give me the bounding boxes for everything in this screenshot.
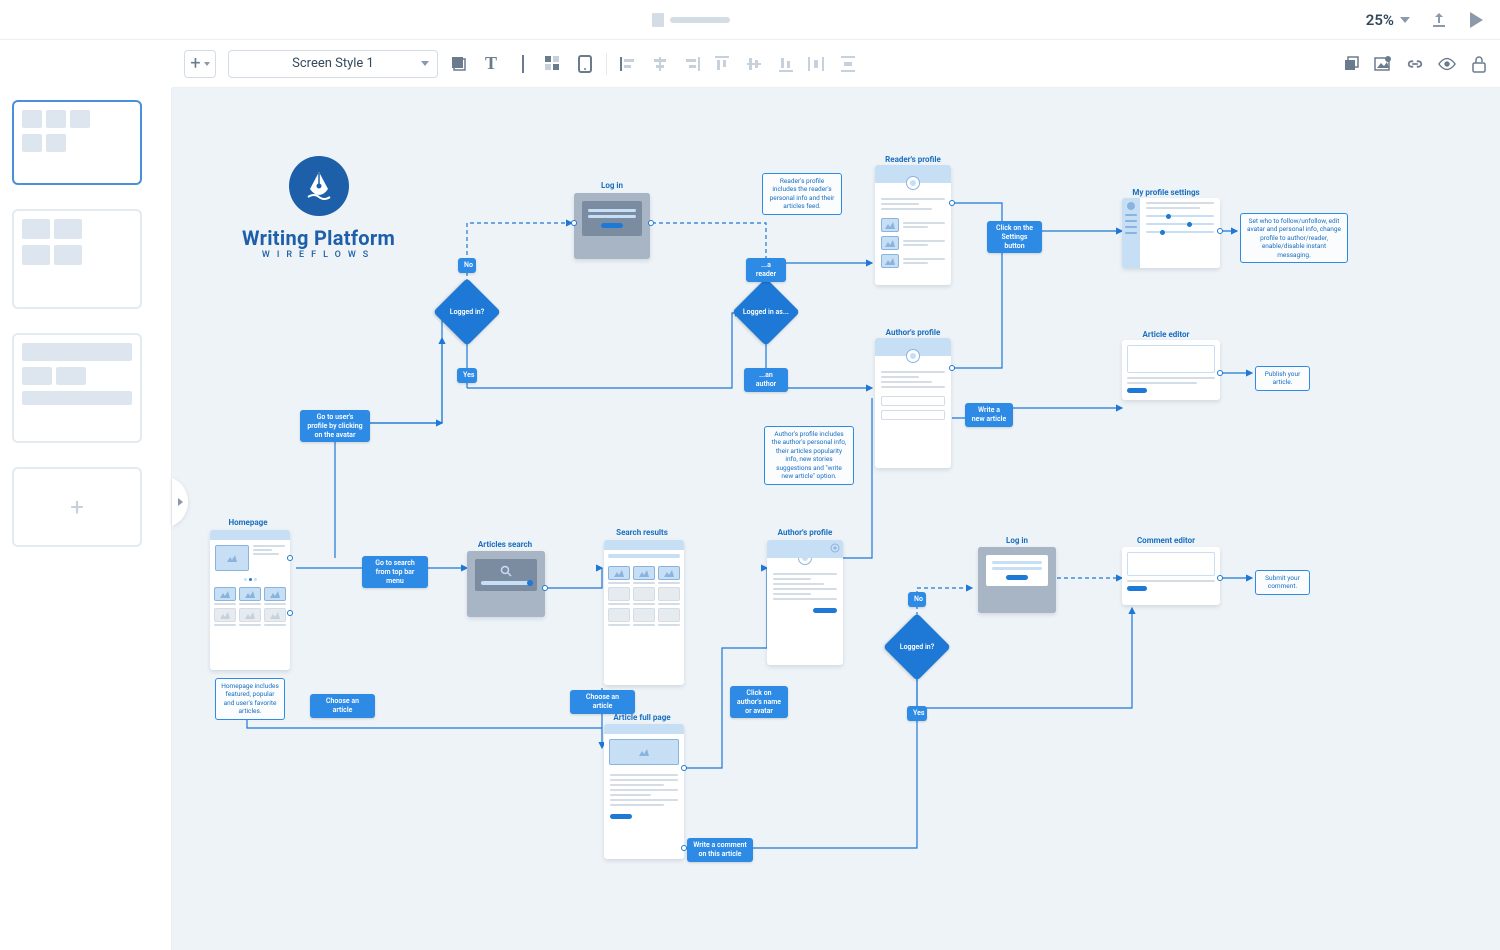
document-title[interactable] (16, 13, 1366, 27)
search-icon (500, 565, 512, 577)
page-thumbnails-sidebar: + (0, 88, 172, 950)
screen-profile-settings[interactable] (1122, 198, 1220, 268)
screen-title-authors-profile-2: Author's profile (778, 528, 833, 537)
add-page-button[interactable]: + (12, 467, 142, 547)
align-top-icon[interactable] (713, 55, 731, 73)
lock-icon[interactable] (1470, 55, 1488, 73)
screen-title-readers-profile: Reader's profile (885, 155, 941, 164)
distribute-h-icon[interactable] (807, 55, 825, 73)
pen-logo-icon (289, 156, 349, 216)
canvas[interactable]: Writing Platform WIREFLOWS Logged in? No… (172, 88, 1500, 950)
branch-label-yes-2: Yes (907, 706, 927, 721)
align-center-v-icon[interactable] (745, 55, 763, 73)
logo-subtitle: WIREFLOWS (242, 250, 395, 260)
screen-comment-editor[interactable] (1122, 547, 1220, 605)
screen-title-login: Log in (601, 181, 623, 190)
page-thumbnail[interactable] (12, 100, 142, 185)
action-choose-article-1: Choose an article (310, 694, 375, 718)
decision-logged-in-as[interactable]: Logged in as... (732, 278, 800, 346)
page-thumbnail[interactable] (12, 333, 142, 443)
screen-search-results[interactable] (604, 540, 684, 685)
toolbar: + Screen Style 1 T (172, 40, 1500, 88)
device-icon[interactable] (576, 55, 594, 73)
screen-authors-profile[interactable] (875, 338, 951, 468)
text-icon[interactable]: T (482, 55, 500, 73)
screen-login[interactable] (574, 193, 650, 259)
screen-homepage[interactable] (210, 530, 290, 670)
action-write-article: Write a new article (965, 403, 1013, 427)
decision-logged-in[interactable]: Logged in? (433, 278, 501, 346)
screen-title-comment-editor: Comment editor (1137, 536, 1195, 545)
screen-title-search-results: Search results (616, 528, 668, 537)
align-center-h-icon[interactable] (651, 55, 669, 73)
screen-title-profile-settings: My profile settings (1132, 188, 1199, 197)
action-write-comment: Write a comment on this article (687, 838, 753, 862)
branch-label-author: ...an author (744, 368, 788, 392)
note-publish: Publish your article. (1255, 366, 1310, 391)
branch-label-yes: Yes (457, 368, 477, 383)
screen-title-authors-profile: Author's profile (886, 328, 941, 337)
screen-title-article-full: Article full page (613, 713, 670, 722)
note-submit-comment: Submit your comment. (1255, 570, 1310, 595)
grid-icon[interactable] (544, 55, 562, 73)
align-bottom-icon[interactable] (777, 55, 795, 73)
screen-title-login-2: Log in (1006, 536, 1028, 545)
eye-icon[interactable] (1438, 55, 1456, 73)
align-left-icon[interactable] (619, 55, 637, 73)
screen-articles-search[interactable] (467, 551, 545, 617)
action-choose-article-2: Choose an article (570, 690, 635, 714)
distribute-v-icon[interactable] (839, 55, 857, 73)
sidebar-collapse-handle[interactable] (172, 478, 190, 526)
screen-title-homepage: Homepage (228, 518, 267, 527)
decision-logged-in-2[interactable]: Logged in? (883, 613, 951, 681)
screen-login-2[interactable] (978, 547, 1056, 613)
screen-article-editor[interactable] (1122, 340, 1220, 400)
page-thumbnail[interactable] (12, 209, 142, 309)
branch-label-no-2: No (908, 592, 926, 607)
branch-label-reader: ...a reader (746, 258, 786, 282)
screen-authors-profile-2[interactable] (767, 540, 843, 665)
note-authors-profile: Author's profile includes the author's p… (764, 426, 854, 485)
action-click-settings: Click on the Settings button (987, 221, 1042, 253)
play-icon[interactable] (1468, 11, 1484, 29)
document-icon (652, 13, 664, 27)
project-logo: Writing Platform WIREFLOWS (242, 156, 395, 260)
line-icon[interactable] (514, 55, 532, 73)
screen-readers-profile[interactable] (875, 165, 951, 285)
zoom-control[interactable]: 25% (1366, 11, 1410, 29)
branch-label-no: No (458, 258, 476, 273)
title-bar: 25% (0, 0, 1500, 40)
image-export-icon[interactable] (1374, 55, 1392, 73)
add-button[interactable]: + (184, 50, 216, 78)
action-click-author: Click on author's name or avatar (730, 686, 788, 718)
note-homepage: Homepage includes featured, popular and … (215, 678, 285, 720)
note-readers-profile: Reader's profile includes the reader's p… (762, 173, 842, 215)
note-profile-settings: Set who to follow/unfollow, edit avatar … (1240, 213, 1348, 263)
screen-title-article-editor: Article editor (1143, 330, 1190, 339)
upload-icon[interactable] (1430, 11, 1448, 29)
chevron-down-icon (421, 61, 429, 66)
action-goto-profile: Go to user's profile by clicking on the … (300, 410, 370, 442)
screen-stack-icon[interactable] (450, 55, 468, 73)
style-selector[interactable]: Screen Style 1 (228, 50, 438, 78)
screen-article-full-page[interactable] (604, 724, 684, 859)
zoom-level: 25% (1366, 11, 1394, 29)
link-icon[interactable] (1406, 55, 1424, 73)
action-goto-search: Go to search from top bar menu (362, 556, 428, 588)
chevron-down-icon (1400, 17, 1410, 23)
gear-icon (830, 543, 840, 553)
align-right-icon[interactable] (683, 55, 701, 73)
logo-title: Writing Platform (242, 226, 395, 250)
copy-layers-icon[interactable] (1342, 55, 1360, 73)
screen-title-articles-search: Articles search (478, 540, 532, 549)
